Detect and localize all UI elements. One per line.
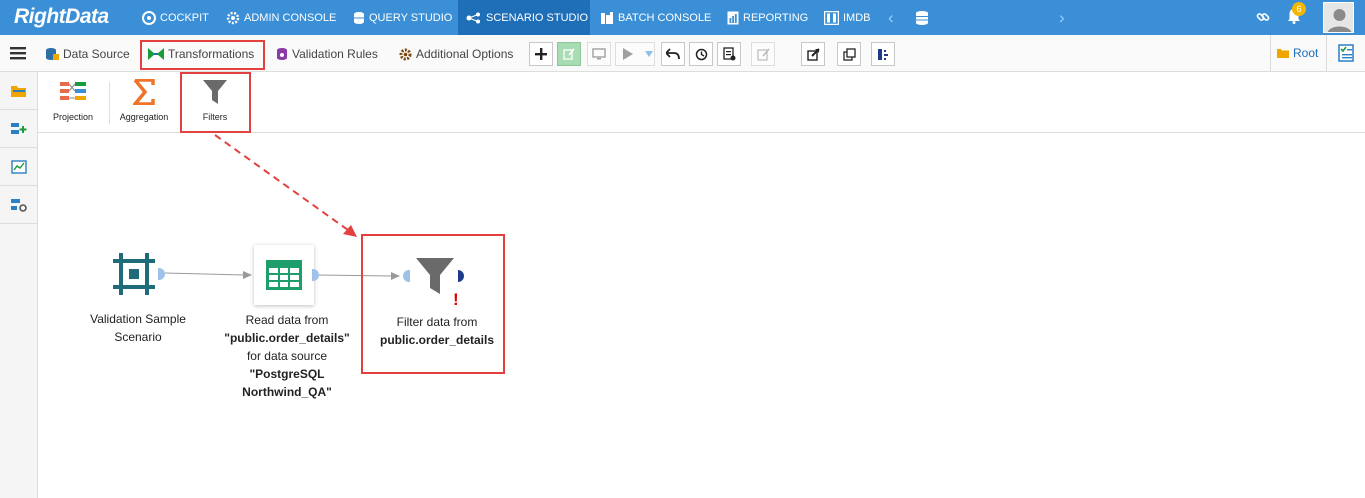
- read-label-line: Read data from: [245, 313, 329, 327]
- flow-connectors: [164, 134, 400, 280]
- table-grid-icon: [266, 260, 302, 290]
- scenario-start-node[interactable]: [113, 253, 155, 295]
- annotation-arrow: [214, 134, 349, 231]
- read-label-line: for data source: [246, 349, 328, 363]
- read-label-line: Northwind_QA": [242, 385, 332, 399]
- highlight-filter-node: [361, 234, 505, 374]
- scenario-label-line: Scenario: [114, 330, 162, 344]
- crop-frame-icon: [113, 253, 155, 295]
- read-node-label: Read data from "public.order_details" fo…: [212, 311, 362, 401]
- scenario-label-line: Validation Sample: [90, 312, 186, 326]
- app-root: RightData COCKPIT ADMIN CONSOLE QUERY ST…: [0, 0, 1365, 498]
- scenario-node-label: Validation Sample Scenario: [73, 310, 203, 346]
- read-label-line: "public.order_details": [224, 331, 350, 345]
- read-label-line: "PostgreSQL: [249, 367, 325, 381]
- connector-arrowhead: [243, 271, 252, 279]
- connector-line: [164, 272, 245, 276]
- read-data-node[interactable]: [254, 245, 314, 305]
